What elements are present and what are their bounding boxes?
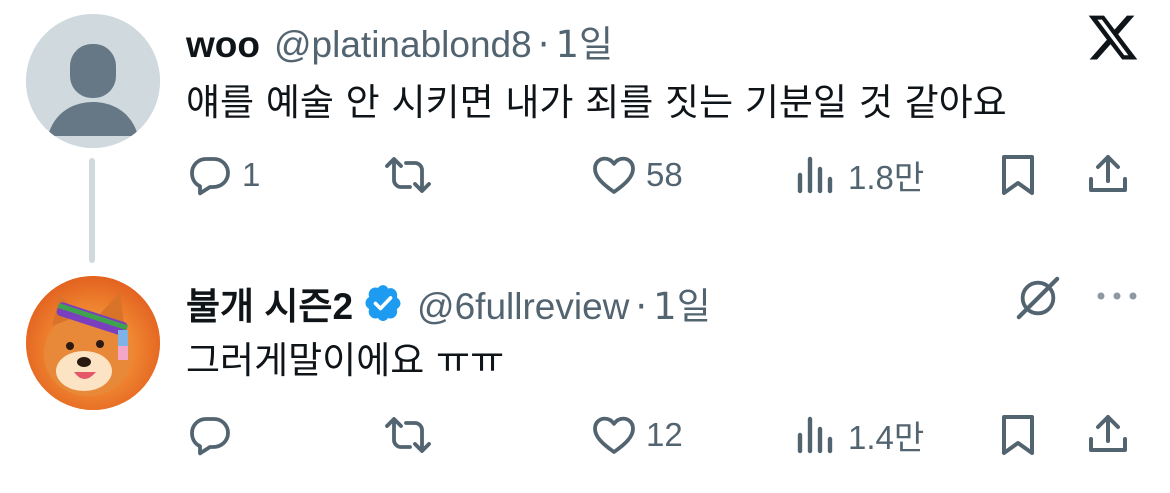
avatar[interactable] [26, 14, 160, 148]
retweet-button[interactable] [384, 150, 440, 200]
like-count: 12 [646, 416, 683, 453]
avatar[interactable] [26, 276, 160, 410]
timestamp[interactable]: 1일 [653, 276, 711, 330]
shiba-dog-avatar-icon [26, 276, 160, 410]
bookmark-icon [1002, 415, 1034, 455]
grok-icon[interactable] [1012, 275, 1064, 321]
separator-dot: · [635, 285, 648, 328]
share-icon [1089, 415, 1127, 452]
reply-button[interactable]: 1 [186, 150, 260, 200]
bookmark-button[interactable] [994, 410, 1042, 460]
reply-button[interactable] [186, 410, 242, 460]
timestamp[interactable]: 1일 [555, 14, 613, 68]
tweet[interactable]: 불개 시즌2 @6fullreview · 1일 그러게말이에요 ㅠㅠ 12 1… [0, 265, 1170, 493]
share-icon [1089, 155, 1127, 192]
view-count: 1.8만 [848, 159, 925, 196]
tweet-header: woo @platinablond8 · 1일 [186, 14, 613, 68]
views-button[interactable]: 1.4만 [792, 410, 924, 460]
default-avatar-icon [26, 14, 160, 148]
heart-icon [593, 156, 635, 194]
tweet-text: 얘를 예술 안 시키면 내가 죄를 짓는 기분일 것 같아요 [186, 81, 1007, 124]
tweet[interactable]: woo @platinablond8 · 1일 얘를 예술 안 시키면 내가 죄… [0, 0, 1170, 263]
heart-icon [593, 416, 635, 454]
retweet-button[interactable] [384, 410, 440, 460]
share-button[interactable] [1084, 410, 1132, 460]
display-name[interactable]: 불개 시즌2 [186, 276, 353, 330]
reply-icon [190, 157, 230, 196]
user-handle[interactable]: @6fullreview [417, 286, 629, 328]
view-count: 1.4만 [848, 419, 925, 456]
bookmark-icon [1002, 155, 1034, 195]
share-button[interactable] [1084, 150, 1132, 200]
tweet-text: 그러게말이에요 ㅠㅠ [186, 339, 505, 382]
retweet-icon [385, 417, 431, 453]
like-count: 58 [646, 156, 683, 193]
display-name[interactable]: woo [186, 24, 260, 66]
user-handle[interactable]: @platinablond8 [274, 24, 532, 66]
action-bar: 12 1.4만 [186, 410, 1146, 460]
verified-badge-icon[interactable] [363, 283, 403, 323]
views-icon [797, 416, 833, 454]
bookmark-button[interactable] [994, 150, 1042, 200]
separator-dot: · [537, 23, 550, 66]
reply-icon [190, 417, 230, 456]
thread-line [89, 158, 95, 263]
tweet-header: 불개 시즌2 @6fullreview · 1일 [186, 276, 711, 330]
like-button[interactable]: 58 [590, 150, 683, 200]
reply-count: 1 [242, 156, 261, 193]
action-bar: 1 58 1.8만 [186, 150, 1146, 200]
more-icon[interactable] [1095, 285, 1139, 307]
retweet-icon [385, 157, 431, 193]
views-icon [797, 156, 833, 194]
views-button[interactable]: 1.8만 [792, 150, 924, 200]
like-button[interactable]: 12 [590, 410, 683, 460]
